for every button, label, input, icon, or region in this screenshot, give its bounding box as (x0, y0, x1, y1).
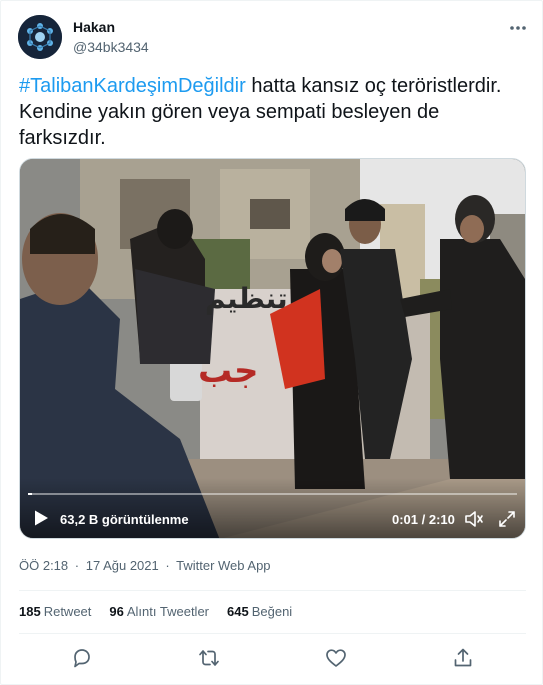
tweet-meta: ÖÖ 2:18 · 17 Ağu 2021 · Twitter Web App (19, 558, 274, 573)
hashtag-link[interactable]: #TalibanKardeşimDeğildir (19, 75, 246, 97)
display-name[interactable]: Hakan (73, 19, 115, 35)
retweet-count: 185 (19, 604, 41, 619)
retweet-label: Retweet (43, 604, 92, 619)
like-icon[interactable] (324, 646, 348, 670)
like-label: Beğeni (251, 604, 293, 619)
tweet-source[interactable]: Twitter Web App (176, 558, 270, 573)
video-controls-shade (20, 478, 525, 538)
play-icon[interactable] (32, 509, 50, 527)
meta-separator: · (74, 558, 80, 573)
like-stat[interactable]: 645 Beğeni (227, 604, 292, 619)
volume-icon[interactable] (464, 509, 484, 529)
user-handle[interactable]: @34bk3434 (73, 39, 149, 55)
divider (19, 633, 526, 634)
tweet-text: #TalibanKardeşimDeğildir hatta kansız oç… (19, 73, 529, 151)
tweet-time[interactable]: ÖÖ 2:18 (19, 558, 68, 573)
share-icon[interactable] (451, 646, 475, 670)
video-time: 0:01 / 2:10 (392, 512, 455, 527)
like-count: 645 (227, 604, 249, 619)
quote-stat[interactable]: 96 Alıntı Tweetler (109, 604, 209, 619)
reply-icon[interactable] (70, 646, 94, 670)
fullscreen-icon[interactable] (497, 509, 517, 529)
tweet-card: Hakan @34bk3434 #TalibanKardeşimDeğildir… (0, 0, 543, 685)
tweet-text-line2: Kendine yakın gören veya sempati besleye… (19, 101, 440, 123)
avatar-image (18, 15, 62, 59)
divider (19, 590, 526, 591)
tweet-text-line1: hatta kansız oç teröristlerdir. (245, 75, 502, 97)
avatar[interactable] (18, 15, 62, 59)
video-progress-fill (28, 493, 32, 495)
quote-label: Alıntı Tweetler (126, 604, 210, 619)
more-dots-icon[interactable] (507, 17, 529, 39)
view-count: 63,2 B görüntülenme (60, 512, 189, 527)
meta-separator: · (165, 558, 170, 573)
tweet-date[interactable]: 17 Ağu 2021 (86, 558, 159, 573)
wall-graffiti-top: تنظيم (205, 282, 288, 315)
retweet-icon[interactable] (197, 646, 221, 670)
video-player[interactable]: تنظيم جب 63,2 B görüntülenme 0:01 / 2:10 (19, 158, 526, 539)
wall-graffiti-bottom: جب (198, 351, 259, 391)
video-progress-bar[interactable] (28, 493, 517, 495)
tweet-stats: 185 Retweet 96 Alıntı Tweetler 645 Beğeni (19, 604, 292, 619)
retweet-stat[interactable]: 185 Retweet (19, 604, 91, 619)
tweet-text-line3: farksızdır. (19, 127, 106, 149)
quote-count: 96 (109, 604, 124, 619)
